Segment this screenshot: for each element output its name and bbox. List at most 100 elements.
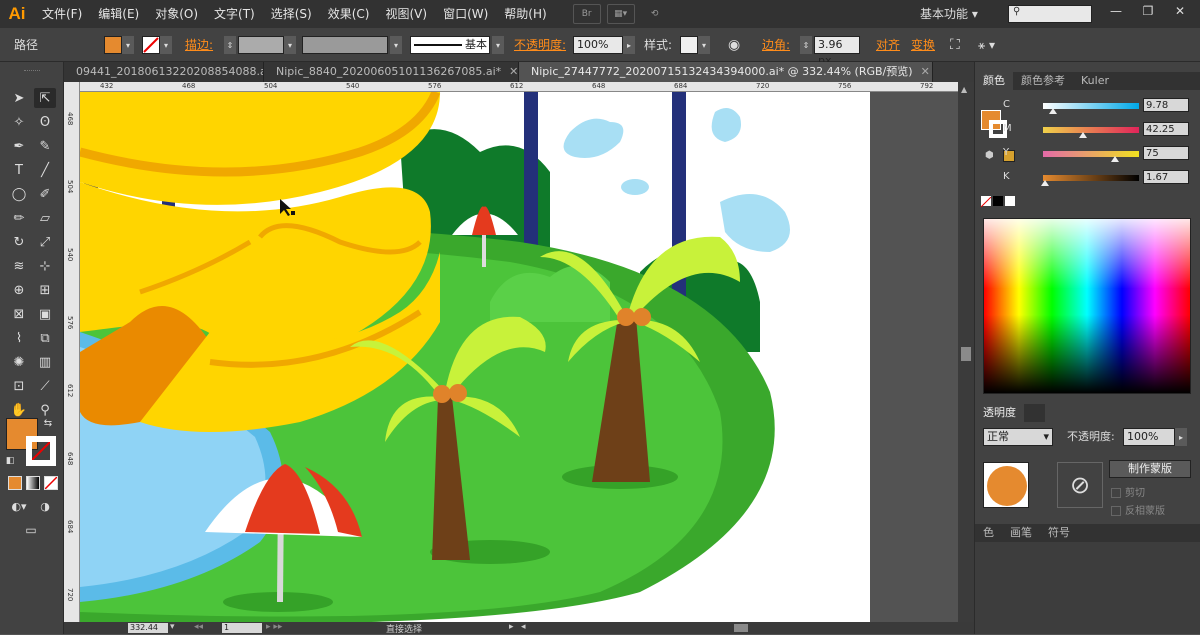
tab-document-active[interactable]: Nipic_27447772_20200715132434394000.ai* … (519, 62, 933, 82)
curvature-tool-icon[interactable]: ✎ (34, 136, 56, 156)
fill-color-swatch[interactable] (104, 36, 122, 54)
transform-each-icon[interactable]: ⚹ ▾ (978, 36, 995, 54)
stroke-weight-field[interactable] (238, 36, 284, 54)
slider-track[interactable] (1043, 151, 1139, 162)
color-mode-button[interactable] (8, 476, 22, 490)
close-button[interactable]: ✕ (1164, 2, 1196, 20)
opacity-dropdown-icon[interactable]: ▸ (623, 36, 635, 54)
horizontal-scrollbar-thumb[interactable] (734, 624, 748, 632)
mesh-tool-icon[interactable]: ⊠ (8, 304, 30, 324)
gradient-mode-button[interactable] (26, 476, 40, 490)
stroke-weight-dropdown-icon[interactable]: ▾ (284, 36, 296, 54)
transform-link[interactable]: 变换 (911, 36, 935, 54)
tab-brushes[interactable]: 画笔 (1002, 524, 1040, 542)
screen-mode-icon[interactable]: ▭ (20, 520, 42, 540)
menu-help[interactable]: 帮助(H) (496, 0, 554, 28)
clip-checkbox[interactable]: 剪切 (1111, 484, 1145, 499)
transparency-opacity-arrow[interactable]: ▸ (1175, 428, 1187, 446)
slider-track[interactable] (1040, 175, 1139, 186)
menu-edit[interactable]: 编辑(E) (90, 0, 147, 28)
artboard-canvas[interactable] (80, 92, 960, 622)
menu-type[interactable]: 文字(T) (206, 0, 263, 28)
eyedropper-tool-icon[interactable]: ⌇ (8, 328, 30, 348)
isolate-object-icon[interactable]: ⛶ (950, 36, 960, 54)
toolbox-stroke-swatch[interactable] (26, 436, 56, 466)
slider-knob-icon[interactable] (1040, 180, 1049, 186)
arrange-documents-icon[interactable]: ▦▾ (606, 4, 635, 24)
menu-select[interactable]: 选择(S) (263, 0, 320, 28)
blend-mode-select[interactable]: 正常 ▾ (983, 428, 1053, 446)
status-menu-icon[interactable]: ▸ (509, 622, 514, 632)
magic-wand-tool-icon[interactable]: ✧ (8, 112, 30, 132)
tab-transparency[interactable]: 透明度 (975, 404, 1024, 422)
scale-tool-icon[interactable]: ⤢ (34, 232, 56, 252)
stroke-dropdown-icon[interactable]: ▾ (160, 36, 172, 54)
fill-dropdown-icon[interactable]: ▾ (122, 36, 134, 54)
default-colors-icon[interactable]: ◧ (2, 454, 18, 468)
slider-track[interactable] (1043, 103, 1139, 114)
workspace-switcher[interactable]: 基本功能 ▾ (920, 0, 978, 28)
none-swatch[interactable] (980, 196, 992, 208)
black-slider[interactable]: K 1.67 (1003, 170, 1195, 186)
ellipse-tool-icon[interactable]: ◯ (8, 184, 30, 204)
menu-window[interactable]: 窗口(W) (435, 0, 496, 28)
transparency-opacity-field[interactable]: 100% (1123, 428, 1175, 446)
slider-track[interactable] (1043, 127, 1139, 138)
pencil-tool-icon[interactable]: ✏ (8, 208, 30, 228)
next-artboard-icon[interactable]: ▸ ▸▸ (266, 622, 282, 632)
scroll-up-icon[interactable]: ▲ (961, 85, 967, 94)
menu-view[interactable]: 视图(V) (377, 0, 435, 28)
invert-mask-checkbox[interactable]: 反相蒙版 (1111, 502, 1165, 517)
cyan-value-field[interactable]: 9.78 (1143, 98, 1189, 112)
variable-width-dropdown-icon[interactable]: ▾ (390, 36, 402, 54)
width-tool-icon[interactable]: ≋ (8, 256, 30, 276)
opacity-label[interactable]: 不透明度: (514, 36, 566, 54)
minimize-button[interactable]: — (1100, 2, 1132, 20)
line-tool-icon[interactable]: ╱ (34, 160, 56, 180)
tab-kuler[interactable]: Kuler (1073, 72, 1117, 90)
make-mask-button[interactable]: 制作蒙版 (1109, 460, 1191, 478)
variable-width-profile[interactable] (302, 36, 388, 54)
menu-object[interactable]: 对象(O) (147, 0, 206, 28)
magenta-value-field[interactable]: 42.25 (1143, 122, 1189, 136)
direct-selection-tool-icon[interactable]: ⇱ (34, 88, 56, 108)
artboard-tool-icon[interactable]: ⊡ (8, 376, 30, 396)
slider-knob-icon[interactable] (1111, 156, 1119, 162)
stroke-weight-stepper[interactable]: ⇕ (224, 36, 236, 54)
tab-swatches[interactable]: 色 (975, 524, 1002, 542)
swap-fill-stroke-icon[interactable]: ⇆ (40, 416, 56, 430)
bridge-icon[interactable]: Br (572, 4, 601, 24)
help-search-input[interactable]: ⚲ (1008, 5, 1092, 23)
corner-stepper[interactable]: ⇕ (800, 36, 812, 54)
out-of-gamut-icon[interactable]: ⬢ (985, 150, 994, 161)
menu-file[interactable]: 文件(F) (34, 0, 90, 28)
rotate-tool-icon[interactable]: ↻ (8, 232, 30, 252)
white-swatch[interactable] (1005, 196, 1015, 206)
draw-mode-icon[interactable]: ◐▾ (8, 496, 30, 516)
object-thumbnail[interactable] (983, 462, 1029, 508)
slider-knob-icon[interactable] (1079, 132, 1088, 138)
cyan-slider[interactable]: C 9.78 (1003, 98, 1195, 114)
align-link[interactable]: 对齐 (876, 36, 900, 54)
tab-close-icon[interactable]: ✕ (509, 65, 518, 78)
black-value-field[interactable]: 1.67 (1143, 170, 1189, 184)
symbol-sprayer-tool-icon[interactable]: ✺ (8, 352, 30, 372)
corner-radius-field[interactable]: 3.96 px (814, 36, 860, 67)
restore-button[interactable]: ❐ (1132, 2, 1164, 20)
scrollbar-thumb[interactable] (961, 347, 971, 361)
menu-effect[interactable]: 效果(C) (320, 0, 378, 28)
shape-builder-tool-icon[interactable]: ⊕ (8, 280, 30, 300)
tab-document-1[interactable]: 09441_20180613220208854088.ai*✕ (64, 62, 264, 82)
slider-knob-icon[interactable] (1048, 108, 1057, 114)
blend-tool-icon[interactable]: ⧉ (34, 328, 56, 348)
scroll-left-icon[interactable]: ◂ (521, 622, 526, 632)
stroke-label[interactable]: 描边: (185, 36, 213, 54)
color-spectrum-picker[interactable] (983, 218, 1191, 394)
eraser-tool-icon[interactable]: ▱ (34, 208, 56, 228)
brush-dropdown-icon[interactable]: ▾ (492, 36, 504, 54)
opacity-field[interactable]: 100% (573, 36, 623, 54)
gradient-tool-icon[interactable]: ▣ (34, 304, 56, 324)
first-artboard-icon[interactable]: ◂◂ (194, 622, 203, 632)
tab-color-guide[interactable]: 颜色参考 (1013, 72, 1073, 90)
canvas-vertical-scrollbar[interactable]: ▲ (958, 82, 974, 622)
